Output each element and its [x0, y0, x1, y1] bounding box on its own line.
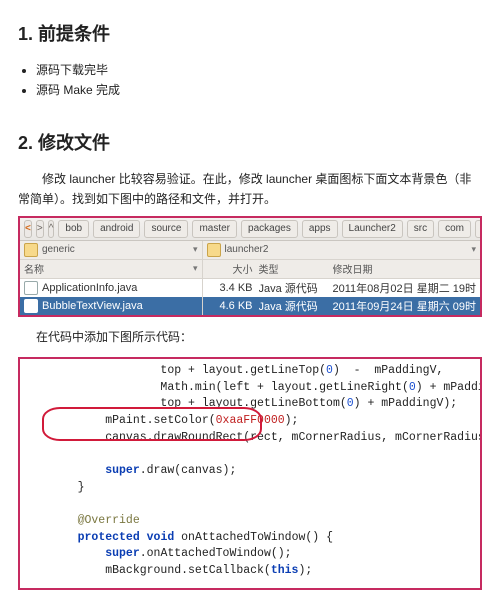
code-line: canvas.drawRoundRect(rect, mCornerRadius…	[50, 431, 482, 444]
file-date: 2011年08月02日 星期二 19时	[333, 280, 476, 296]
code-line: super.draw(canvas);	[50, 464, 236, 477]
folder-icon	[24, 243, 38, 257]
prereq-list: 源码下载完毕 源码 Make 完成	[36, 60, 482, 101]
code-line: top + layout.getLineBottom(0) + mPadding…	[50, 397, 457, 410]
column-header-name[interactable]: 名称	[24, 261, 189, 276]
list-item: 源码下载完毕	[36, 60, 482, 80]
code-line: top + layout.getLineTop(0) - mPaddingV,	[50, 364, 443, 377]
code-line: Math.min(left + layout.getLineRight(0) +…	[50, 381, 482, 394]
sort-arrow-icon: ▾	[193, 263, 198, 274]
code-line: }	[50, 481, 85, 494]
left-dropdown-label: generic	[42, 244, 189, 255]
file-name: ApplicationInfo.java	[42, 282, 198, 294]
java-file-icon	[24, 281, 38, 295]
folder-icon	[207, 243, 221, 257]
section-1-title: 前提条件	[38, 24, 110, 44]
code-line: super.onAttachedToWindow();	[50, 547, 292, 560]
left-header-row: 名称 ▾	[20, 260, 202, 279]
breadcrumb[interactable]: src	[407, 220, 434, 238]
section-1-heading: 1. 前提条件	[18, 20, 482, 46]
nav-up-button[interactable]: ^	[48, 220, 55, 238]
section-2-title: 修改文件	[38, 133, 110, 153]
file-type: Java 源代码	[259, 280, 333, 296]
file-type: Java 源代码	[259, 298, 333, 314]
code-line-highlighted: mPaint.setColor(0xaaFF0000);	[50, 414, 298, 427]
chevron-down-icon: ▾	[471, 244, 476, 255]
code-line: protected void onAttachedToWindow() {	[50, 531, 333, 544]
section-2-number: 2.	[18, 133, 33, 153]
breadcrumb[interactable]: source	[144, 220, 188, 238]
column-header-size[interactable]: 大小	[207, 261, 259, 276]
breadcrumb[interactable]: com	[438, 220, 471, 238]
right-dropdown-row[interactable]: launcher2 ▾	[203, 241, 480, 260]
file-detail-row-selected[interactable]: 4.6 KB Java 源代码 2011年09月24日 星期六 09时	[203, 297, 480, 315]
code-line: mBackground.setCallback(this);	[50, 564, 312, 577]
file-detail-row[interactable]: 3.4 KB Java 源代码 2011年08月02日 星期二 19时	[203, 279, 480, 297]
chevron-down-icon: ▾	[193, 244, 198, 255]
right-header-row: 大小 类型 修改日期	[203, 260, 480, 279]
breadcrumb[interactable]: android	[93, 220, 140, 238]
file-row-selected[interactable]: BubbleTextView.java	[20, 297, 202, 315]
nav-back-button[interactable]: <	[24, 220, 32, 238]
file-row[interactable]: ApplicationInfo.java	[20, 279, 202, 297]
right-dropdown-label: launcher2	[225, 244, 468, 255]
list-item: 源码 Make 完成	[36, 80, 482, 100]
breadcrumb[interactable]: bob	[58, 220, 89, 238]
file-browser-left-pane: generic ▾ 名称 ▾ ApplicationInfo.java Bubb…	[20, 241, 203, 315]
java-file-icon	[24, 299, 38, 313]
file-name: BubbleTextView.java	[42, 300, 198, 312]
nav-forward-button[interactable]: >	[36, 220, 44, 238]
left-dropdown-row[interactable]: generic ▾	[20, 241, 202, 260]
column-header-type[interactable]: 类型	[259, 261, 333, 276]
breadcrumb[interactable]: master	[192, 220, 237, 238]
section-2-heading: 2. 修改文件	[18, 129, 482, 155]
file-browser-right-pane: launcher2 ▾ 大小 类型 修改日期 3.4 KB Java 源代码 2…	[203, 241, 480, 315]
breadcrumb[interactable]: apps	[302, 220, 338, 238]
file-browser-toolbar: < > ^ bob android source master packages…	[20, 218, 480, 241]
breadcrumb[interactable]: android	[475, 220, 482, 238]
file-size: 4.6 KB	[207, 300, 259, 312]
column-header-date[interactable]: 修改日期	[333, 261, 476, 276]
file-date: 2011年09月24日 星期六 09时	[333, 298, 476, 314]
breadcrumb[interactable]: packages	[241, 220, 298, 238]
section-1-number: 1.	[18, 24, 33, 44]
code-screenshot: top + layout.getLineTop(0) - mPaddingV, …	[18, 357, 482, 590]
file-size: 3.4 KB	[207, 282, 259, 294]
breadcrumb[interactable]: Launcher2	[342, 220, 403, 238]
file-browser-screenshot: < > ^ bob android source master packages…	[18, 216, 482, 317]
code-line: @Override	[50, 514, 140, 527]
paragraph-2: 在代码中添加下图所示代码：	[36, 327, 482, 347]
paragraph-1: 修改 launcher 比较容易验证。在此，修改 launcher 桌面图标下面…	[18, 169, 482, 210]
